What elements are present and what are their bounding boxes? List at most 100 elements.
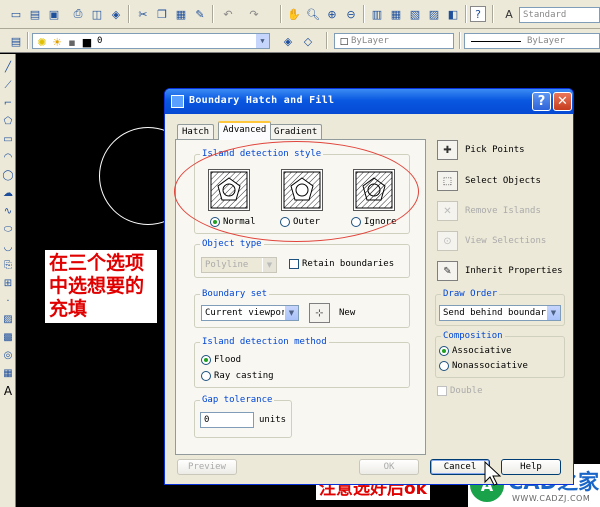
inherit-properties-button[interactable]: ✎ — [437, 261, 458, 281]
close-button[interactable]: ✕ — [553, 92, 572, 111]
preview-button[interactable]: Preview — [177, 459, 237, 475]
print-preview-icon[interactable]: ◫ — [89, 6, 105, 22]
radio-outer[interactable]: Outer — [280, 217, 320, 227]
pan-icon[interactable]: ✋ — [286, 6, 302, 22]
undo-icon[interactable]: ↶ — [220, 6, 236, 22]
rectangle-icon[interactable]: ▭ — [1, 132, 15, 146]
open-file-icon[interactable]: ▤ — [27, 6, 43, 22]
new-boundary-set-button[interactable]: ⊹ — [309, 303, 330, 323]
pattern-normal-preview[interactable] — [208, 169, 250, 211]
zoom-previous-icon[interactable]: ⊖ — [343, 6, 359, 22]
ellipse-arc-icon[interactable]: ◡ — [1, 240, 15, 254]
copy-icon[interactable]: ❐ — [154, 6, 170, 22]
tab-gradient[interactable]: Gradient — [269, 124, 323, 139]
boundary-set-label: Boundary set — [200, 289, 270, 299]
ellipse-icon[interactable]: ⬭ — [1, 222, 15, 236]
text-style-combo[interactable]: Standard — [519, 7, 600, 23]
save-icon[interactable]: ▣ — [46, 6, 62, 22]
make-current-layer-icon[interactable]: ◈ — [280, 33, 296, 49]
retain-boundaries-checkbox[interactable]: Retain boundaries — [289, 259, 394, 269]
revision-cloud-icon[interactable]: ☁ — [1, 186, 15, 200]
linetype-combo[interactable]: ByLayer — [464, 33, 600, 49]
multiline-text-icon[interactable]: A — [1, 384, 15, 398]
make-block-icon[interactable]: ⊞ — [1, 276, 15, 290]
redo-icon[interactable]: ↷ — [246, 6, 262, 22]
polygon-icon[interactable]: ⬠ — [1, 114, 15, 128]
boundary-hatch-dialog: Boundary Hatch and Fill ? ✕ Hatch Advanc… — [164, 88, 574, 485]
gradient-icon[interactable]: ▩ — [1, 330, 15, 344]
remove-islands-button[interactable]: ✕ — [437, 201, 458, 221]
pattern-outer-preview[interactable] — [281, 169, 323, 211]
tab-hatch[interactable]: Hatch — [177, 124, 215, 139]
color-combo[interactable]: □ ByLayer — [334, 33, 454, 49]
arc-icon[interactable]: ◠ — [1, 150, 15, 164]
insert-block-icon[interactable]: ⎘ — [1, 258, 15, 272]
select-objects-button[interactable]: ⬚ — [437, 171, 458, 191]
standard-toolbar: ▭ ▤ ▣ ⎙ ◫ ◈ ✂ ❐ ▦ ✎ ↶ ↷ ✋ 🔍︎ ⊕ ⊖ ▥ ▦ ▧ ▨… — [0, 0, 600, 29]
island-method-label: Island detection method — [200, 337, 329, 347]
cut-icon[interactable]: ✂ — [135, 6, 151, 22]
point-icon[interactable]: · — [1, 294, 15, 308]
help-icon[interactable]: ? — [470, 6, 486, 22]
gap-tolerance-group: Gap tolerance 0 units — [194, 395, 292, 438]
match-properties-icon[interactable]: ✎ — [192, 6, 208, 22]
composition-label: Composition — [441, 331, 505, 341]
sheet-set-icon[interactable]: ▨ — [426, 6, 442, 22]
chevron-down-icon[interactable]: ▼ — [256, 34, 269, 48]
markup-icon[interactable]: ◧ — [445, 6, 461, 22]
region-icon[interactable]: ◎ — [1, 348, 15, 362]
table-icon[interactable]: ▦ — [1, 366, 15, 380]
line-icon[interactable]: ╱ — [1, 60, 15, 74]
layer-combo[interactable]: ✺ ☀ ▪ ■ 0 ▼ — [32, 33, 270, 49]
draw-order-select[interactable]: Send behind boundary ▼ — [439, 305, 561, 321]
select-objects-icon: ⬚ — [442, 175, 453, 187]
radio-flood[interactable]: Flood — [201, 355, 241, 365]
object-type-group: Object type Polyline ▼ Retain boundaries — [194, 239, 410, 278]
select-objects-label[interactable]: Select Objects — [465, 176, 541, 186]
radio-ray-casting[interactable]: Ray casting — [201, 371, 274, 381]
view-selections-button[interactable]: ⊙ — [437, 231, 458, 251]
spline-icon[interactable]: ∿ — [1, 204, 15, 218]
circle-icon[interactable]: ◯ — [1, 168, 15, 182]
paste-icon[interactable]: ▦ — [173, 6, 189, 22]
layer-previous-icon[interactable]: ◇ — [300, 33, 316, 49]
print-icon[interactable]: ⎙ — [70, 6, 86, 22]
help-button[interactable]: Help — [501, 459, 561, 475]
properties-icon[interactable]: ▥ — [369, 6, 385, 22]
text-style-icon[interactable]: A — [501, 6, 517, 22]
radio-associative[interactable]: Associative — [439, 346, 512, 356]
annotation-note-left: 在三个选项中选想要的充填 — [45, 250, 157, 323]
polyline-icon[interactable]: ⌐ — [1, 96, 15, 110]
pick-points-button[interactable]: ✚ — [437, 140, 458, 160]
radio-normal[interactable]: Normal — [210, 217, 256, 227]
double-checkbox[interactable]: Double — [437, 386, 483, 396]
tool-palettes-icon[interactable]: ▧ — [407, 6, 423, 22]
chevron-down-icon: ▼ — [546, 306, 560, 320]
dialog-titlebar[interactable]: Boundary Hatch and Fill ? ✕ — [165, 89, 573, 114]
radio-ignore[interactable]: Ignore — [351, 217, 397, 227]
hatch-icon[interactable]: ▨ — [1, 312, 15, 326]
new-file-icon[interactable]: ▭ — [8, 6, 24, 22]
brush-icon: ✎ — [443, 265, 452, 277]
gap-tolerance-input[interactable]: 0 — [200, 412, 254, 428]
cancel-button[interactable]: Cancel — [430, 459, 490, 475]
pattern-ignore-preview[interactable] — [353, 169, 395, 211]
inherit-properties-label[interactable]: Inherit Properties — [465, 266, 563, 276]
layer-manager-icon[interactable]: ▤ — [8, 33, 24, 49]
zoom-realtime-icon[interactable]: 🔍︎ — [305, 6, 321, 22]
remove-islands-label: Remove Islands — [465, 206, 541, 216]
logo-url: WWW.CADZJ.COM — [512, 494, 591, 503]
publish-icon[interactable]: ◈ — [108, 6, 124, 22]
title-help-button[interactable]: ? — [532, 92, 551, 111]
boundary-set-select[interactable]: Current viewport ▼ — [201, 305, 299, 321]
tab-advanced[interactable]: Advanced — [218, 121, 272, 140]
construction-line-icon[interactable]: ⟋ — [1, 78, 15, 92]
object-type-select[interactable]: Polyline ▼ — [201, 257, 277, 273]
draw-order-label: Draw Order — [441, 289, 500, 299]
zoom-window-icon[interactable]: ⊕ — [324, 6, 340, 22]
ok-button[interactable]: OK — [359, 459, 419, 475]
pick-points-label[interactable]: Pick Points — [465, 145, 525, 155]
island-style-group: Island detection style Normal Outer Igno… — [194, 149, 410, 234]
radio-nonassociative[interactable]: Nonassociative — [439, 361, 528, 371]
design-center-icon[interactable]: ▦ — [388, 6, 404, 22]
